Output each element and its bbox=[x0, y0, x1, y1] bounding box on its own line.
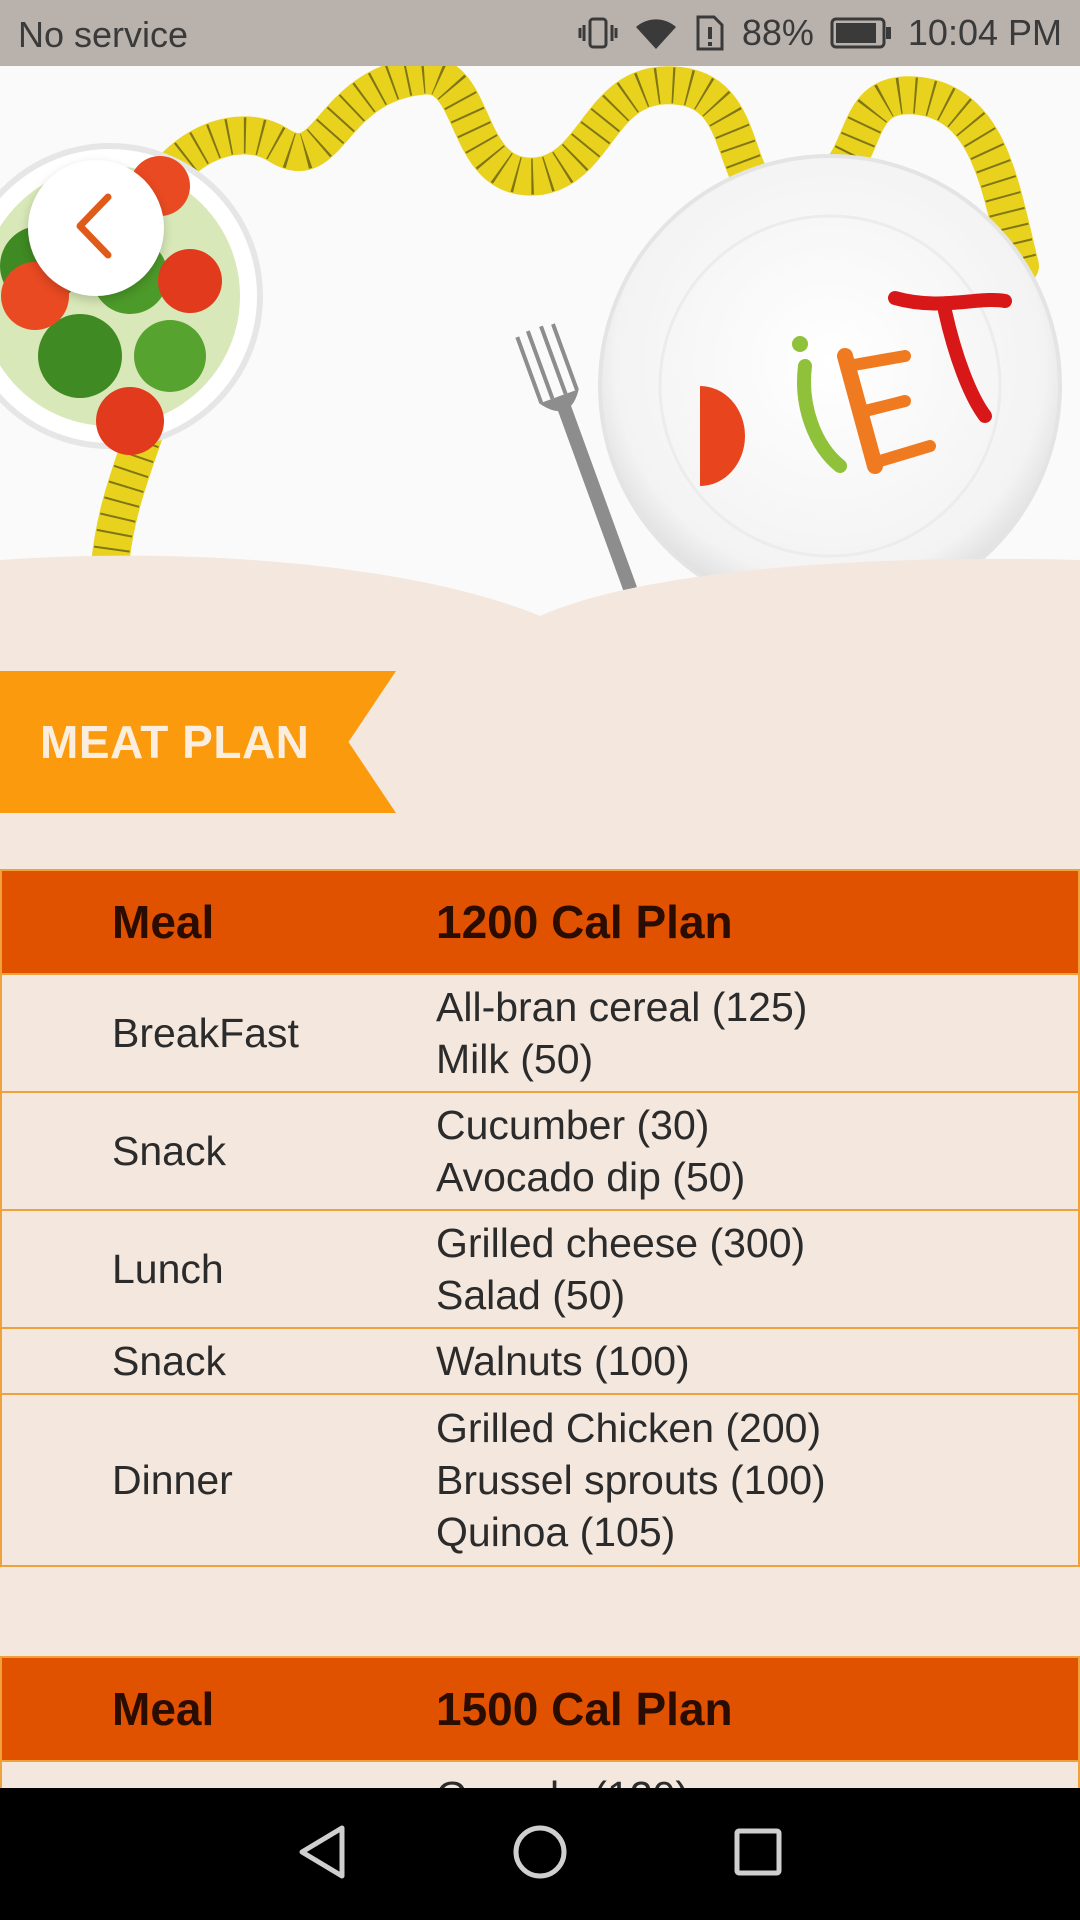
items-cell: Grilled Chicken (200) Brussel sprouts (1… bbox=[436, 1405, 826, 1555]
plan-table-1200: Meal 1200 Cal Plan BreakFast All-bran ce… bbox=[0, 869, 1080, 1567]
meal-cell: BreakFast bbox=[112, 1010, 299, 1056]
items-cell: Walnuts (100) bbox=[436, 1338, 690, 1384]
diet-hero-illustration bbox=[0, 66, 1080, 626]
nav-home-icon bbox=[512, 1824, 568, 1885]
chevron-left-icon bbox=[66, 191, 126, 266]
meal-cell: Snack bbox=[112, 1338, 226, 1384]
table-row: Lunch Grilled cheese (300) Salad (50) bbox=[2, 1211, 1078, 1329]
items-cell: Cucumber (30) Avocado dip (50) bbox=[436, 1102, 746, 1200]
header-meal: Meal bbox=[112, 1683, 215, 1735]
back-button[interactable] bbox=[28, 160, 164, 296]
table-row: Dinner Grilled Chicken (200) Brussel spr… bbox=[2, 1395, 1078, 1565]
table-row: BreakFast All-bran cereal (125) Milk (50… bbox=[2, 975, 1078, 1093]
nav-recents-icon bbox=[733, 1827, 783, 1882]
table-header: Meal 1500 Cal Plan bbox=[2, 1658, 1078, 1762]
header-plan: 1200 Cal Plan bbox=[436, 896, 733, 948]
status-bar: No service 88% 10:04 PM bbox=[0, 0, 1080, 66]
wifi-icon bbox=[634, 15, 678, 51]
nav-home-button[interactable] bbox=[502, 1816, 578, 1892]
meal-cell: Dinner bbox=[112, 1457, 233, 1503]
hero-banner bbox=[0, 66, 1080, 626]
nav-back-icon bbox=[296, 1824, 348, 1885]
battery-percent: 88% bbox=[741, 12, 814, 53]
header-meal: Meal bbox=[112, 896, 215, 948]
nav-back-button[interactable] bbox=[284, 1816, 360, 1892]
table-header: Meal 1200 Cal Plan bbox=[2, 871, 1078, 975]
battery-icon bbox=[830, 17, 892, 49]
sim-alert-icon bbox=[694, 15, 726, 51]
section-ribbon: MEAT PLAN bbox=[0, 671, 396, 813]
carrier-label: No service bbox=[18, 14, 189, 55]
section-title: MEAT PLAN bbox=[40, 716, 310, 768]
vibrate-icon bbox=[578, 15, 618, 51]
table-row: Snack Walnuts (100) bbox=[2, 1329, 1078, 1395]
meal-cell: Lunch bbox=[112, 1246, 224, 1292]
table-row: Snack Cucumber (30) Avocado dip (50) bbox=[2, 1093, 1078, 1211]
nav-recents-button[interactable] bbox=[720, 1816, 796, 1892]
plan-table-1500: Meal 1500 Cal Plan Granola (120) bbox=[0, 1656, 1080, 1796]
meal-cell: Snack bbox=[112, 1128, 226, 1174]
system-nav-bar bbox=[0, 1788, 1080, 1920]
items-cell: Grilled cheese (300) Salad (50) bbox=[436, 1220, 806, 1318]
clock: 10:04 PM bbox=[907, 12, 1062, 53]
items-cell: All-bran cereal (125) Milk (50) bbox=[436, 984, 808, 1082]
header-plan: 1500 Cal Plan bbox=[436, 1683, 733, 1735]
